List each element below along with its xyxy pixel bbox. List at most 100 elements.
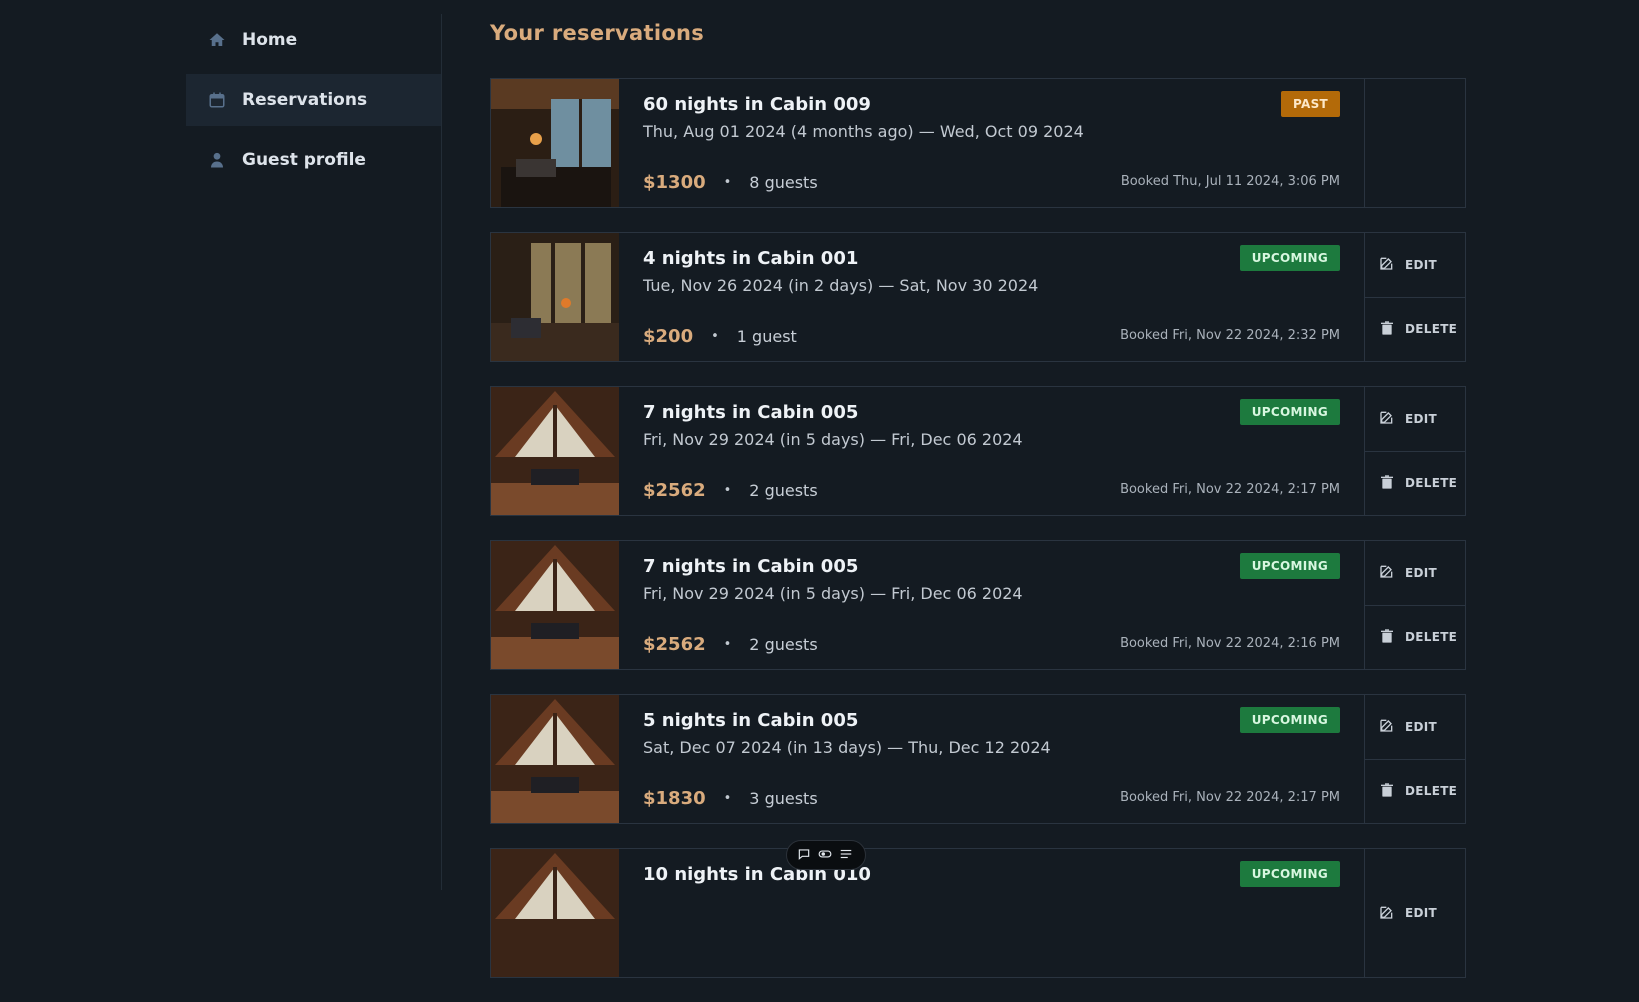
home-icon [208, 31, 226, 49]
edit-button[interactable]: EDIT [1365, 541, 1465, 605]
reservation-details: 7 nights in Cabin 005 Fri, Nov 29 2024 (… [619, 541, 1365, 669]
booked-timestamp: Booked Fri, Nov 22 2024, 2:17 PM [1120, 790, 1340, 805]
reservation-price: $2562 [643, 634, 706, 655]
booked-timestamp: Booked Fri, Nov 22 2024, 2:32 PM [1120, 328, 1340, 343]
edit-label: EDIT [1405, 565, 1438, 580]
reservation-card: 7 nights in Cabin 005 Fri, Nov 29 2024 (… [490, 386, 1466, 516]
booked-timestamp: Booked Thu, Jul 11 2024, 3:06 PM [1120, 174, 1340, 189]
reservation-price: $1830 [643, 788, 706, 809]
reservation-guests: 1 guest [736, 327, 797, 346]
reservation-meta: $2562 • 2 guests [643, 480, 818, 501]
reservation-title: 4 nights in Cabin 001 [643, 248, 859, 269]
floating-toolbar [786, 840, 866, 870]
reservation-meta: $1300 • 8 guests [643, 172, 818, 193]
sidebar-item-reservations[interactable]: Reservations [186, 74, 441, 126]
cabin-image [491, 79, 619, 207]
comment-icon[interactable] [797, 847, 813, 863]
delete-button[interactable]: DELETE [1365, 450, 1465, 516]
reservation-meta: $2562 • 2 guests [643, 634, 818, 655]
status-badge: UPCOMING [1239, 245, 1340, 271]
separator-dot: • [723, 637, 732, 652]
toggle-icon[interactable] [818, 847, 834, 863]
reservation-actions: EDIT DELETE [1365, 387, 1465, 515]
user-icon [208, 151, 226, 169]
reservation-details: 4 nights in Cabin 001 Tue, Nov 26 2024 (… [619, 233, 1365, 361]
reservation-title: 10 nights in Cabin 010 [643, 864, 871, 885]
delete-label: DELETE [1405, 630, 1458, 645]
reservation-actions: EDIT DELETE [1365, 233, 1465, 361]
sidebar-item-label: Guest profile [242, 150, 366, 170]
edit-button[interactable]: EDIT [1365, 849, 1465, 977]
edit-label: EDIT [1405, 906, 1438, 920]
menu-icon[interactable] [839, 847, 855, 863]
reservation-actions: EDIT [1365, 849, 1465, 977]
reservation-details: 5 nights in Cabin 005 Sat, Dec 07 2024 (… [619, 695, 1365, 823]
reservation-dates: Tue, Nov 26 2024 (in 2 days) — Sat, Nov … [643, 276, 1039, 295]
trash-icon [1379, 782, 1395, 801]
edit-label: EDIT [1405, 257, 1438, 272]
delete-button[interactable]: DELETE [1365, 296, 1465, 362]
status-badge: UPCOMING [1239, 707, 1340, 733]
reservation-dates: Thu, Aug 01 2024 (4 months ago) — Wed, O… [643, 122, 1084, 141]
reservation-meta: $200 • 1 guest [643, 326, 797, 347]
edit-icon [1379, 409, 1395, 428]
sidebar: Home Reservations Guest profile [186, 14, 442, 890]
edit-icon [1379, 717, 1395, 736]
sidebar-item-label: Reservations [242, 90, 368, 110]
reservation-card: 4 nights in Cabin 001 Tue, Nov 26 2024 (… [490, 232, 1466, 362]
edit-icon [1379, 255, 1395, 274]
delete-button[interactable]: DELETE [1365, 604, 1465, 670]
status-badge: PAST [1280, 91, 1340, 117]
reservation-details: 60 nights in Cabin 009 Thu, Aug 01 2024 … [619, 79, 1365, 207]
reservation-actions: EDIT DELETE [1365, 541, 1465, 669]
trash-icon [1379, 474, 1395, 493]
reservation-details: 7 nights in Cabin 005 Fri, Nov 29 2024 (… [619, 387, 1365, 515]
edit-icon [1379, 563, 1395, 582]
reservation-details: 10 nights in Cabin 010 UPCOMING [619, 849, 1365, 977]
separator-dot: • [711, 329, 719, 344]
edit-button[interactable]: EDIT [1365, 387, 1465, 451]
separator-dot: • [723, 175, 732, 190]
reservation-price: $1300 [643, 172, 706, 193]
reservation-dates: Fri, Nov 29 2024 (in 5 days) — Fri, Dec … [643, 584, 1023, 603]
trash-icon [1379, 320, 1395, 339]
cabin-image [491, 233, 619, 361]
status-badge: UPCOMING [1239, 553, 1340, 579]
delete-button[interactable]: DELETE [1365, 758, 1465, 824]
reservation-actions [1365, 79, 1465, 207]
reservation-title: 7 nights in Cabin 005 [643, 402, 859, 423]
reservation-title: 7 nights in Cabin 005 [643, 556, 859, 577]
reservation-guests: 2 guests [749, 635, 818, 654]
separator-dot: • [723, 483, 732, 498]
cabin-image [491, 849, 619, 977]
reservation-guests: 8 guests [749, 173, 818, 192]
reservation-guests: 2 guests [749, 481, 818, 500]
sidebar-item-home[interactable]: Home [186, 14, 441, 66]
edit-label: EDIT [1405, 411, 1438, 426]
edit-icon [1379, 904, 1395, 923]
delete-label: DELETE [1405, 784, 1458, 799]
reservation-card: 60 nights in Cabin 009 Thu, Aug 01 2024 … [490, 78, 1466, 208]
booked-timestamp: Booked Fri, Nov 22 2024, 2:17 PM [1120, 482, 1340, 497]
reservation-card: 10 nights in Cabin 010 UPCOMING EDIT [490, 848, 1466, 978]
main-content: Your reservations 60 nights in Cabin 009… [490, 16, 1466, 1002]
reservation-actions: EDIT DELETE [1365, 695, 1465, 823]
cabin-image [491, 387, 619, 515]
separator-dot: • [723, 791, 732, 806]
sidebar-item-guest-profile[interactable]: Guest profile [186, 134, 441, 186]
status-badge: UPCOMING [1239, 861, 1340, 887]
edit-label: EDIT [1405, 719, 1438, 734]
reservation-dates: Sat, Dec 07 2024 (in 13 days) — Thu, Dec… [643, 738, 1051, 757]
reservation-card: 7 nights in Cabin 005 Fri, Nov 29 2024 (… [490, 540, 1466, 670]
reservation-dates: Fri, Nov 29 2024 (in 5 days) — Fri, Dec … [643, 430, 1023, 449]
reservation-price: $2562 [643, 480, 706, 501]
sidebar-item-label: Home [242, 30, 298, 50]
reservation-guests: 3 guests [749, 789, 818, 808]
reservation-card: 5 nights in Cabin 005 Sat, Dec 07 2024 (… [490, 694, 1466, 824]
status-badge: UPCOMING [1239, 399, 1340, 425]
delete-label: DELETE [1405, 476, 1458, 491]
reservation-meta: $1830 • 3 guests [643, 788, 818, 809]
edit-button[interactable]: EDIT [1365, 695, 1465, 759]
calendar-icon [208, 91, 226, 109]
edit-button[interactable]: EDIT [1365, 233, 1465, 297]
